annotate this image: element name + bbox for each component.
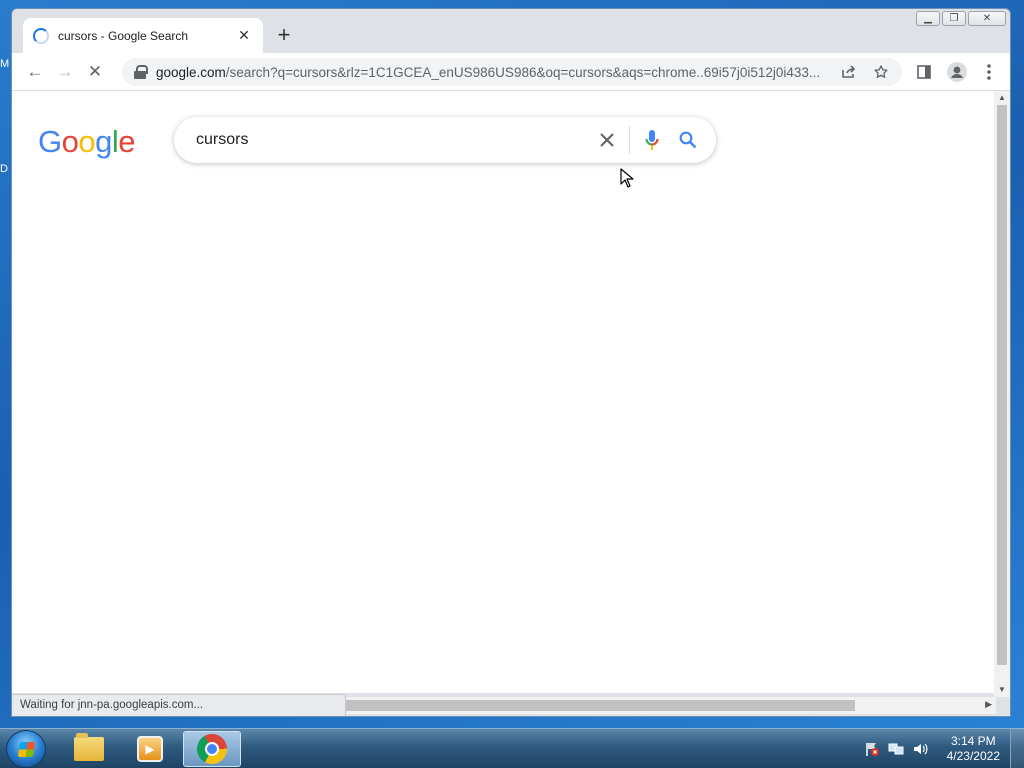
logo-letter: g <box>95 124 112 159</box>
tab-strip: cursors - Google Search ✕ + <box>12 9 1010 53</box>
mouse-cursor-icon <box>620 168 634 188</box>
new-tab-button[interactable]: + <box>272 24 296 48</box>
clock[interactable]: 3:14 PM 4/23/2022 <box>947 734 1000 764</box>
desktop-edge-letter-m: M <box>0 58 10 70</box>
divider <box>629 126 630 154</box>
chrome-icon <box>197 734 227 764</box>
share-icon[interactable] <box>836 61 862 83</box>
voice-search-icon[interactable] <box>634 122 670 158</box>
search-icon[interactable] <box>670 122 706 158</box>
taskbar-chrome[interactable] <box>183 731 241 767</box>
system-tray <box>864 741 928 760</box>
logo-letter: G <box>38 124 62 159</box>
url-path: /search?q=cursors&rlz=1C1GCEA_enUS986US9… <box>225 64 821 80</box>
google-logo[interactable]: Google <box>38 124 136 160</box>
search-box[interactable]: cursors <box>174 117 716 163</box>
forward-button[interactable]: → <box>50 57 80 87</box>
show-desktop-button[interactable] <box>1010 729 1024 768</box>
side-panel-icon[interactable] <box>909 57 939 87</box>
action-center-flag-icon[interactable] <box>864 741 880 760</box>
bookmark-star-icon[interactable] <box>868 61 894 83</box>
address-bar[interactable]: google.com/search?q=cursors&rlz=1C1GCEA_… <box>122 58 902 86</box>
logo-letter: o <box>78 124 96 159</box>
scroll-down-arrow-icon[interactable]: ▼ <box>997 685 1007 695</box>
lock-icon[interactable] <box>134 65 148 79</box>
logo-letter: o <box>61 124 79 159</box>
clock-date: 4/23/2022 <box>946 749 1000 763</box>
taskbar: ▶ 3:14 PM 4/23/2022 <box>0 728 1024 768</box>
profile-avatar-icon[interactable] <box>942 57 972 87</box>
scroll-right-arrow-icon[interactable]: ▶ <box>985 699 992 710</box>
loading-spinner-icon <box>33 27 49 44</box>
media-player-icon: ▶ <box>137 736 163 762</box>
search-input[interactable]: cursors <box>196 131 589 149</box>
page-content: Google cursors <box>12 91 996 693</box>
start-button[interactable] <box>6 730 46 768</box>
clock-time: 3:14 PM <box>950 734 996 748</box>
more-menu-icon[interactable] <box>974 57 1004 87</box>
browser-window: ▁ ❐ ✕ cursors - Google Search ✕ + ← → ✕ … <box>11 8 1011 717</box>
scroll-up-arrow-icon[interactable]: ▲ <box>997 93 1007 103</box>
tab-close-icon[interactable]: ✕ <box>235 27 253 44</box>
folder-icon <box>74 733 104 761</box>
status-bubble: Waiting for jnn-pa.googleapis.com... <box>12 694 346 716</box>
vertical-scroll-thumb[interactable] <box>997 105 1007 665</box>
back-button[interactable]: ← <box>20 57 50 87</box>
url-text[interactable]: google.com/search?q=cursors&rlz=1C1GCEA_… <box>156 65 832 80</box>
browser-toolbar: ← → ✕ google.com/search?q=cursors&rlz=1C… <box>12 53 1010 91</box>
clear-search-icon[interactable] <box>589 122 625 158</box>
tab-google-search[interactable]: cursors - Google Search ✕ <box>23 18 263 53</box>
taskbar-file-explorer[interactable] <box>60 731 118 767</box>
horizontal-scroll-thumb[interactable] <box>345 700 855 711</box>
stop-loading-button[interactable]: ✕ <box>80 57 110 87</box>
url-host: google.com <box>156 64 226 80</box>
logo-letter: e <box>118 124 136 159</box>
tab-title: cursors - Google Search <box>58 28 189 43</box>
volume-icon[interactable] <box>912 741 928 760</box>
taskbar-media-player[interactable]: ▶ <box>121 731 179 767</box>
desktop-edge-letter-d: D <box>0 163 8 175</box>
vertical-scrollbar[interactable]: ▲ ▼ <box>994 91 1010 697</box>
network-icon[interactable] <box>888 741 904 760</box>
